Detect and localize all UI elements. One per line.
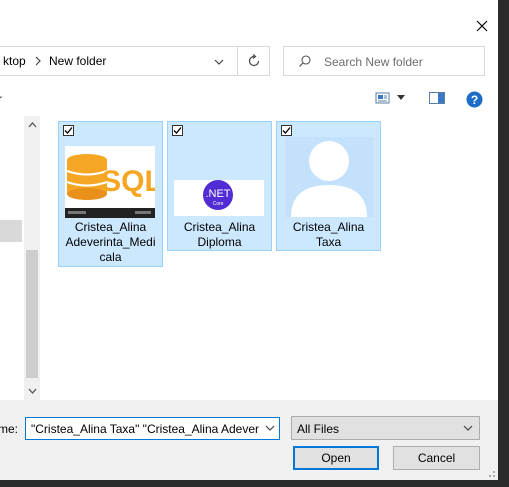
preview-pane-icon [429,92,445,104]
chevron-down-icon[interactable] [264,422,276,437]
help-icon: ? [466,91,483,108]
dotnet-thumbnail: .NET Core [174,180,264,216]
file-name-label: Cristea_Alina Taxa [292,220,365,249]
search-placeholder: Search New folder [324,55,423,69]
breadcrumb-new-folder[interactable]: New folder [49,54,106,68]
close-icon [476,20,488,32]
navigation-pane[interactable] [0,116,40,400]
file-open-dialog: ktop New folder Search New folder r [0,0,498,480]
file-name-input[interactable]: "Cristea_Alina Taxa" "Cristea_Alina Adev… [25,417,280,440]
change-view-button[interactable] [375,91,405,105]
organize-menu[interactable]: r [0,92,2,106]
sql-thumbnail-text: SQL [101,165,155,198]
chevron-down-icon [28,388,36,394]
chevron-down-icon [462,422,474,437]
address-bar[interactable]: ktop New folder [0,46,238,76]
address-history-chevron-down-icon[interactable] [213,53,231,71]
file-type-value: All Files [297,422,340,436]
checkmark-icon [173,127,182,134]
file-name-label: Cristea_Alina Diploma [183,220,256,249]
nav-scroll-up-button[interactable] [24,118,40,132]
chevron-down-icon [397,95,405,100]
close-button[interactable] [470,14,494,38]
cancel-button[interactable]: Cancel [393,446,480,470]
dotnet-thumbnail-text: .NET [205,188,230,200]
help-button[interactable]: ? [466,91,483,111]
nav-scrollbar-thumb[interactable] [26,250,38,378]
search-icon [298,54,312,71]
nav-selected-item[interactable] [0,220,22,242]
checkmark-icon [64,127,73,134]
breadcrumb-desktop[interactable]: ktop [3,54,26,68]
item-checkbox[interactable] [281,125,292,136]
open-button[interactable]: Open [293,446,379,470]
file-name-value[interactable]: "Cristea_Alina Taxa" "Cristea_Alina Adev… [31,422,259,436]
item-checkbox[interactable] [172,125,183,136]
breadcrumb-separator-icon[interactable] [34,55,42,69]
resize-grip-icon[interactable] [486,468,496,478]
search-input[interactable]: Search New folder [283,46,485,76]
file-item[interactable]: Cristea_Alina Taxa [276,121,381,251]
chevron-up-icon [28,122,36,128]
file-type-select[interactable]: All Files [291,416,480,440]
refresh-button[interactable] [238,46,270,76]
view-options-icon [375,92,390,104]
file-name-label-text: me: [0,422,19,436]
refresh-icon [248,54,259,67]
dotnet-thumbnail-subtext: Core [213,201,224,207]
sql-thumbnail: SQL [65,146,155,218]
file-name-label: Cristea_Alina Adeverinta_Medi cala [65,220,156,264]
preview-pane-button[interactable] [429,91,445,108]
nav-scroll-down-button[interactable] [24,384,40,398]
file-item[interactable]: SQL Cristea_Alina Adeverinta_Medi cala [58,121,163,267]
person-placeholder-thumbnail [285,137,373,217]
file-item[interactable]: .NET Core Cristea_Alina Diploma [167,121,272,251]
svg-text:?: ? [471,93,478,107]
checkmark-icon [282,127,291,134]
item-checkbox[interactable] [63,125,74,136]
